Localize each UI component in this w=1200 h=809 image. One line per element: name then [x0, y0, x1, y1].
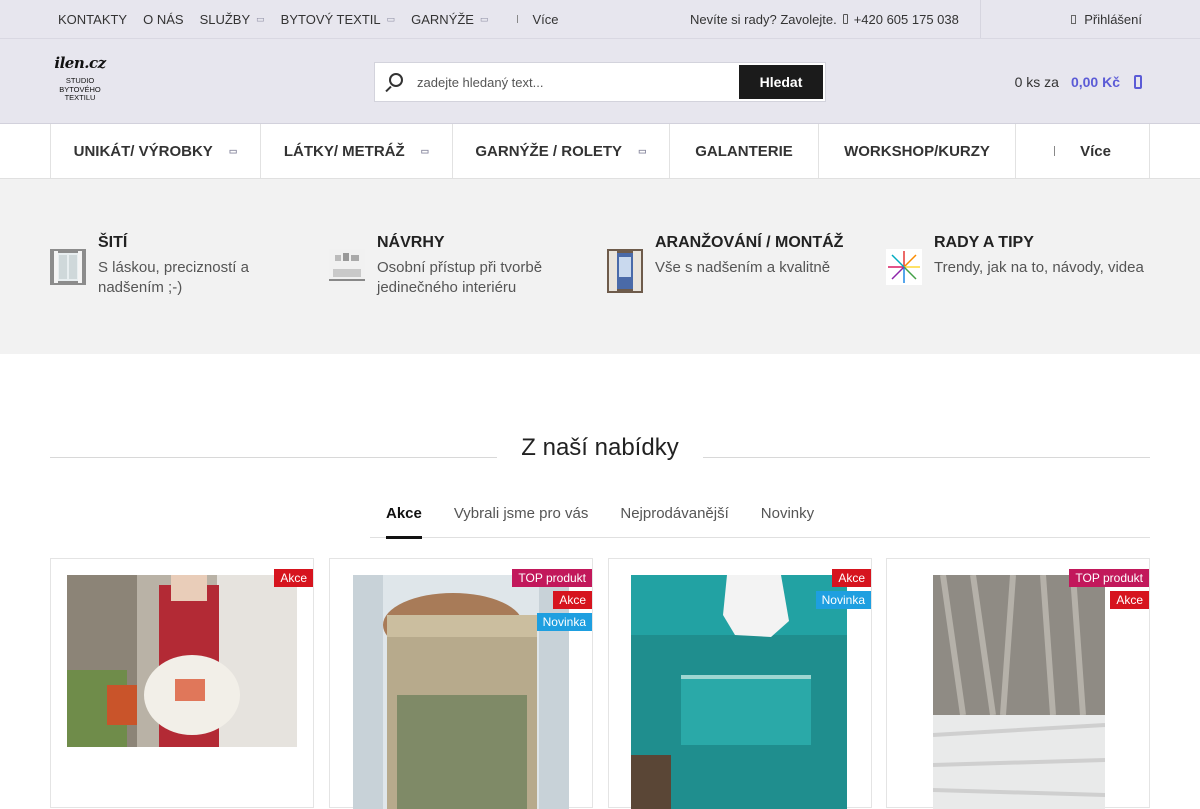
tab-akce[interactable]: Akce — [386, 505, 422, 539]
badge-novinka: Novinka — [815, 591, 871, 609]
feature-title: ŠITÍ — [98, 234, 128, 251]
section-title: Z naší nabídky — [497, 434, 703, 462]
feature-title: RADY A TIPY — [934, 234, 1034, 251]
feature-desc: Vše s nadšením a kvalitně — [655, 259, 831, 276]
cart[interactable]: 0 ks za 0,00 Kč — [1015, 62, 1142, 102]
chevron-down-icon: ▭ — [479, 13, 489, 24]
cart-quantity: 0 ks za — [1014, 74, 1059, 90]
product-card[interactable]: TOP produkt Akce Novinka — [329, 558, 593, 809]
chevron-down-icon: ▭ — [420, 145, 430, 156]
nav-galanterie[interactable]: GALANTERIE — [670, 124, 819, 178]
logo-brand: ilen.cz — [54, 54, 106, 72]
top-nav: KONTAKTY O NÁS SLUŽBY ▭ BYTOVÝ TEXTIL ▭ GA… — [58, 0, 575, 38]
top-nav-label: GARNÝŽE — [411, 11, 474, 27]
badge-akce: Akce — [553, 591, 592, 609]
badge-akce: Akce — [832, 569, 871, 587]
logo[interactable]: ilen.cz STUDIO BYTOVÉHO TEXTILU — [51, 55, 109, 103]
top-nav-bytovy-textil[interactable]: BYTOVÝ TEXTIL ▭ — [281, 12, 395, 27]
chevron-down-icon: ▭ — [386, 13, 396, 24]
divider — [703, 457, 1150, 458]
top-nav-label: BYTOVÝ TEXTIL — [280, 11, 381, 27]
room-design-icon — [329, 249, 365, 285]
features-strip: ŠITÍ S láskou, precizností a nadšením ;-… — [0, 179, 1200, 354]
product-image[interactable] — [353, 575, 569, 809]
top-nav-label: O NÁS — [143, 11, 184, 27]
badge-akce: Akce — [1110, 591, 1149, 609]
top-bar: KONTAKTY O NÁS SLUŽBY ▭ BYTOVÝ TEXTIL ▭ GA… — [0, 0, 1200, 39]
product-card[interactable]: Akce Novinka — [608, 558, 872, 809]
contact-text: Nevíte si rady? Zavolejte. — [690, 11, 837, 27]
top-nav-label: Více — [532, 11, 559, 27]
chevron-down-icon: ▭ — [256, 13, 265, 24]
nav-label: GARNÝŽE / ROLETY — [475, 142, 623, 160]
nav-label: Více — [1080, 142, 1111, 160]
product-card[interactable]: TOP produkt Akce — [886, 558, 1150, 809]
top-nav-label: SLUŽBY — [199, 11, 251, 27]
phone-icon — [842, 14, 848, 24]
logo-line: TEXTILU — [64, 93, 96, 102]
contact-info: Nevíte si rady? Zavolejte. +420 605 175 … — [690, 0, 959, 38]
login-label: Přihlášení — [1084, 11, 1142, 27]
nav-workshop-kurzy[interactable]: WORKSHOP/KURZY — [819, 124, 1016, 178]
product-image[interactable] — [631, 575, 847, 809]
top-nav-o-nas[interactable]: O NÁS — [143, 12, 183, 27]
chevron-down-icon: ▭ — [228, 145, 238, 156]
top-nav-more[interactable]: Více — [516, 11, 559, 27]
feature-desc: Trendy, jak na to, návody, videa — [934, 259, 1144, 276]
section-heading: Z naší nabídky — [0, 434, 1200, 464]
cart-icon — [1134, 75, 1142, 89]
product-card[interactable]: Akce — [50, 558, 314, 808]
header: ilen.cz STUDIO BYTOVÉHO TEXTILU Hledat 0… — [0, 39, 1200, 124]
top-nav-sluzby[interactable]: SLUŽBY ▭ — [200, 12, 265, 27]
nav-label: WORKSHOP/KURZY — [844, 142, 990, 160]
top-nav-kontakty[interactable]: KONTAKTY — [58, 12, 127, 27]
product-image[interactable] — [67, 575, 297, 747]
window-drapes-icon — [607, 249, 643, 293]
divider — [980, 0, 981, 38]
nav-garnyze-rolety[interactable]: GARNÝŽE / ROLETY ▭ — [453, 124, 670, 178]
search-icon — [389, 73, 403, 87]
cart-price: 0,00 Kč — [1070, 74, 1120, 90]
nav-label: GALANTERIE — [695, 142, 793, 160]
user-icon — [1071, 14, 1077, 24]
badge-top-produkt: TOP produkt — [512, 569, 592, 587]
window-curtain-icon — [50, 249, 86, 285]
feature-desc: Osobní přístup při tvorbě jedinečného in… — [377, 259, 543, 296]
nav-label: LÁTKY/ METRÁŽ — [283, 142, 405, 160]
starburst-icon — [886, 249, 922, 285]
more-icon — [516, 15, 521, 23]
search-input[interactable] — [417, 63, 737, 101]
nav-unikat-vyrobky[interactable]: UNIKÁT/ VÝROBKY ▭ — [51, 124, 261, 178]
more-icon — [1054, 146, 1058, 156]
top-nav-garnyze[interactable]: GARNÝŽE ▭ — [411, 12, 488, 27]
login-link[interactable]: Přihlášení — [1071, 0, 1142, 38]
nav-label: UNIKÁT/ VÝROBKY — [73, 142, 213, 160]
nav-more[interactable]: Více — [1016, 124, 1149, 178]
search-box: Hledat — [374, 62, 826, 102]
feature-desc: S láskou, precizností a nadšením ;-) — [98, 259, 249, 296]
badge-top-produkt: TOP produkt — [1069, 569, 1149, 587]
logo-subtitle: STUDIO BYTOVÉHO TEXTILU — [51, 76, 109, 103]
tab-novinky[interactable]: Novinky — [761, 505, 814, 539]
chevron-down-icon: ▭ — [638, 145, 647, 156]
tab-nejprodavanejsi[interactable]: Nejprodávanější — [620, 505, 728, 539]
main-nav: UNIKÁT/ VÝROBKY ▭ LÁTKY/ METRÁŽ ▭ GARNÝŽE … — [0, 124, 1200, 179]
tab-vybrali-jsme-pro-vas[interactable]: Vybrali jsme pro vás — [454, 505, 589, 539]
search-button[interactable]: Hledat — [739, 65, 823, 99]
feature-title: NÁVRHY — [377, 234, 445, 251]
divider — [50, 457, 497, 458]
product-tabs: Akce Vybrali jsme pro vás Nejprodávanějš… — [370, 505, 846, 539]
feature-title: ARANŽOVÁNÍ / MONTÁŽ — [655, 234, 844, 251]
product-image[interactable] — [933, 575, 1105, 809]
badge-novinka: Novinka — [536, 613, 592, 631]
badge-akce: Akce — [274, 569, 313, 587]
phone-link[interactable]: +420 605 175 038 — [854, 12, 959, 27]
top-nav-label: KONTAKTY — [58, 11, 128, 27]
nav-latky-metraz[interactable]: LÁTKY/ METRÁŽ ▭ — [261, 124, 453, 178]
